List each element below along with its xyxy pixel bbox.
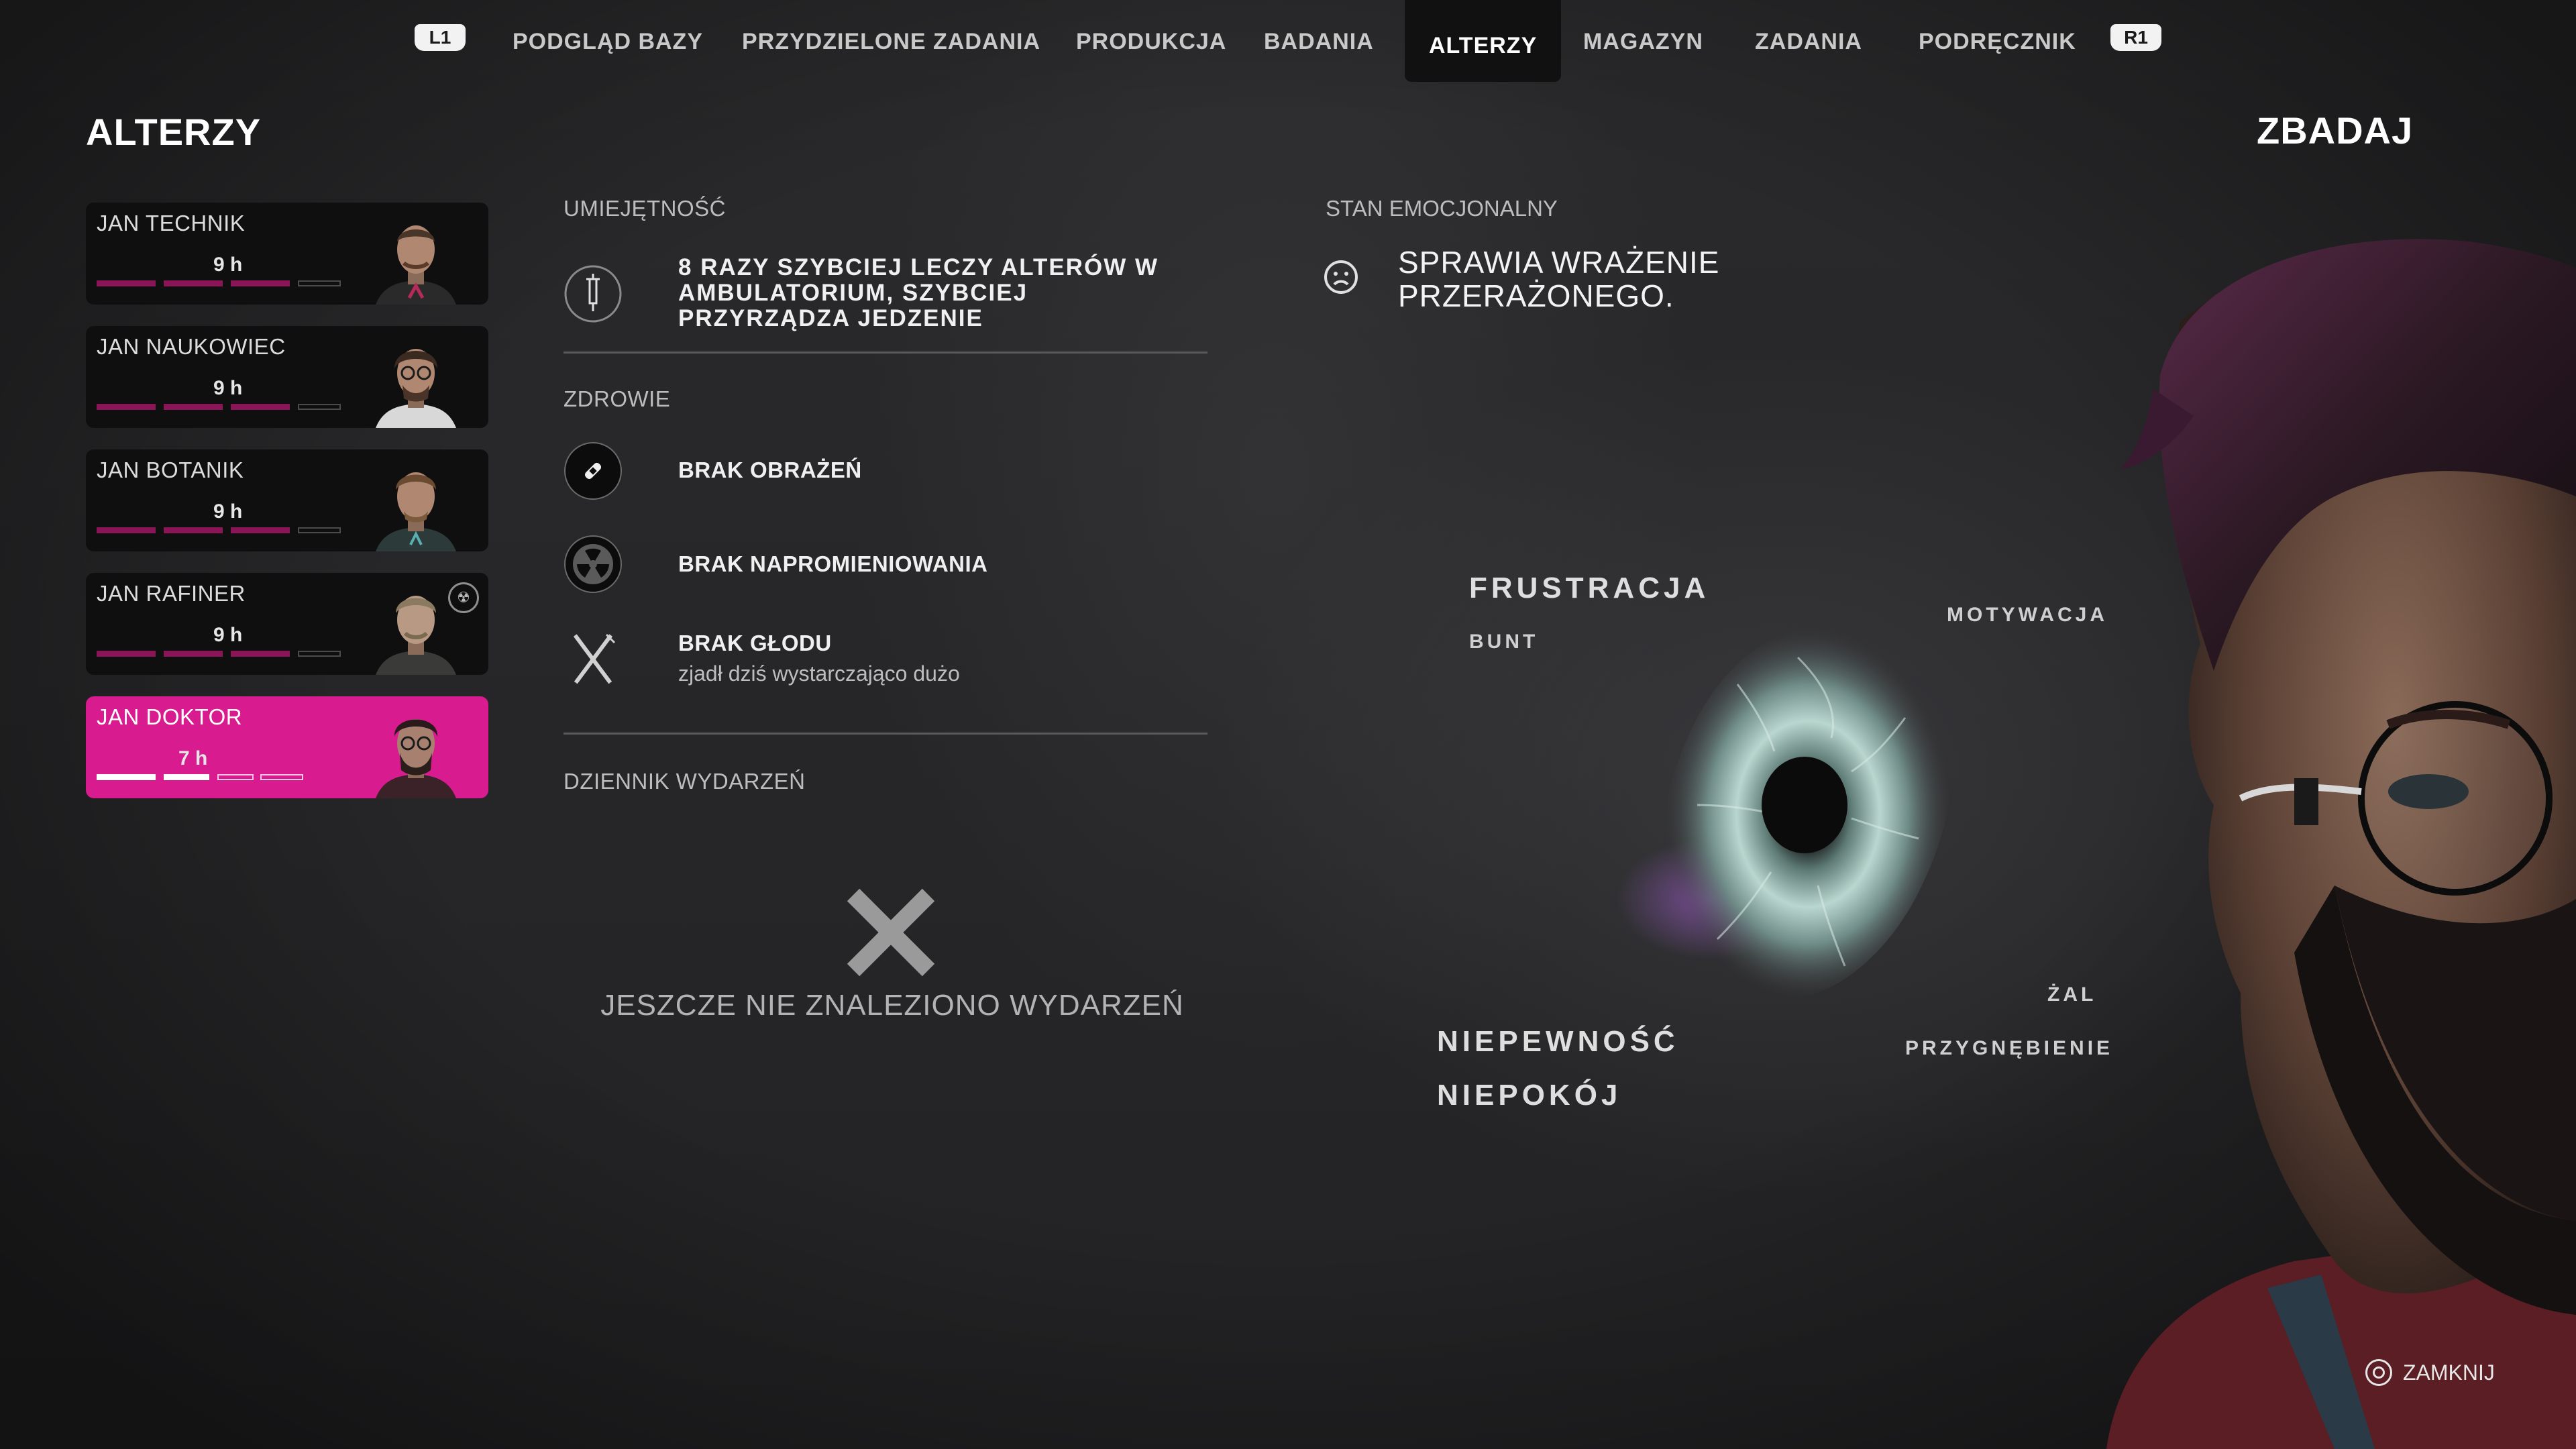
bandage-icon [564, 442, 622, 500]
radiation-icon [564, 535, 622, 593]
portrait-rafiner [376, 596, 456, 675]
roster-bars [97, 404, 341, 411]
examine-title: ZBADAJ [2257, 109, 2414, 152]
radiation-icon: ☢ [448, 582, 479, 613]
close-label: ZAMKNIJ [2403, 1360, 2495, 1385]
tab-production[interactable]: PRODUKCJA [1076, 0, 1226, 82]
tab-quests[interactable]: ZADANIA [1755, 0, 1862, 82]
health-item-title: BRAK NAPROMIENIOWANIA [678, 551, 988, 576]
portrait-botanik [376, 472, 456, 551]
roster-card-naukowiec[interactable]: JAN NAUKOWIEC 9 h [86, 326, 488, 428]
roster-card-technik[interactable]: JAN TECHNIK 9 h [86, 203, 488, 305]
event-log-empty-text: JESZCZE NIE ZNALEZIONO WYDARZEŃ [600, 989, 1184, 1022]
circle-button-icon [2365, 1359, 2392, 1386]
health-item-subtitle: zjadł dziś wystarczająco dużo [678, 661, 960, 686]
roster-card-rafiner[interactable]: JAN RAFINER 9 h ☢ [86, 573, 488, 675]
tab-storage[interactable]: MAGAZYN [1583, 0, 1703, 82]
portrait-doktor [376, 719, 456, 798]
roster-time: 9 h [213, 500, 243, 523]
close-x-icon [847, 888, 935, 977]
emotion-label-motivation: MOTYWACJA [1947, 604, 2108, 626]
emotional-state-heading: STAN EMOCJONALNY [1326, 196, 1558, 221]
roster-name: JAN RAFINER [97, 581, 246, 606]
emotion-label-depression: PRZYGNĘBIENIE [1905, 1037, 2114, 1059]
roster-card-doktor[interactable]: JAN DOKTOR 7 h [86, 696, 488, 798]
l1-shoulder-button[interactable]: L1 [415, 24, 466, 51]
portrait-naukowiec [376, 349, 456, 428]
roster-time: 9 h [213, 624, 243, 646]
health-heading: ZDROWIE [564, 386, 671, 411]
emotion-chart [1617, 628, 1951, 1001]
divider [564, 733, 1208, 735]
portrait-technik [376, 225, 456, 305]
roster-time: 9 h [213, 377, 243, 399]
event-log-heading: DZIENNIK WYDARZEŃ [564, 769, 806, 794]
emotion-label-regret: ŻAL [2047, 983, 2097, 1006]
tab-research[interactable]: BADANIA [1264, 0, 1374, 82]
roster-bars [97, 527, 341, 534]
fork-knife-icon [574, 631, 619, 685]
roster-name: JAN BOTANIK [97, 458, 244, 482]
roster-bars [97, 651, 341, 657]
roster-card-botanik[interactable]: JAN BOTANIK 9 h [86, 449, 488, 551]
roster-time: 9 h [213, 254, 243, 276]
skill-heading: UMIEJĘTNOŚĆ [564, 196, 727, 221]
roster-bars [97, 774, 303, 781]
emotion-label-rebellion: BUNT [1469, 631, 1539, 653]
emotional-state-text: SPRAWIA WRAŻENIE PRZERAŻONEGO. [1398, 245, 1720, 313]
roster-name: JAN DOKTOR [97, 704, 243, 729]
tab-handbook[interactable]: PODRĘCZNIK [1919, 0, 2076, 82]
emotion-label-frustration: FRUSTRACJA [1469, 572, 1710, 604]
roster-time: 7 h [178, 747, 208, 769]
tab-alters[interactable]: ALTERZY [1405, 0, 1562, 82]
skill-description: 8 RAZY SZYBCIEJ LECZY ALTERÓW W AMBULATO… [678, 254, 1159, 331]
health-item-title: BRAK GŁODU [678, 631, 832, 655]
tab-base-overview[interactable]: PODGLĄD BAZY [513, 0, 703, 82]
top-navigation: L1 PODGLĄD BAZY PRZYDZIELONE ZADANIA PRO… [0, 0, 2576, 82]
roster-bars [97, 280, 341, 287]
roster-name: JAN TECHNIK [97, 211, 246, 235]
emotion-label-anxiety: NIEPOKÓJ [1437, 1079, 1622, 1112]
sad-face-icon [1324, 260, 1358, 294]
health-item-title: BRAK OBRAŻEŃ [678, 458, 862, 482]
page-title: ALTERZY [86, 111, 262, 153]
tab-assigned-tasks[interactable]: PRZYDZIELONE ZADANIA [742, 0, 1040, 82]
emotion-label-uncertainty: NIEPEWNOŚĆ [1437, 1025, 1679, 1058]
syringe-icon [564, 265, 622, 323]
roster-name: JAN NAUKOWIEC [97, 334, 286, 359]
divider [564, 352, 1208, 354]
r1-shoulder-button[interactable]: R1 [2110, 24, 2161, 51]
